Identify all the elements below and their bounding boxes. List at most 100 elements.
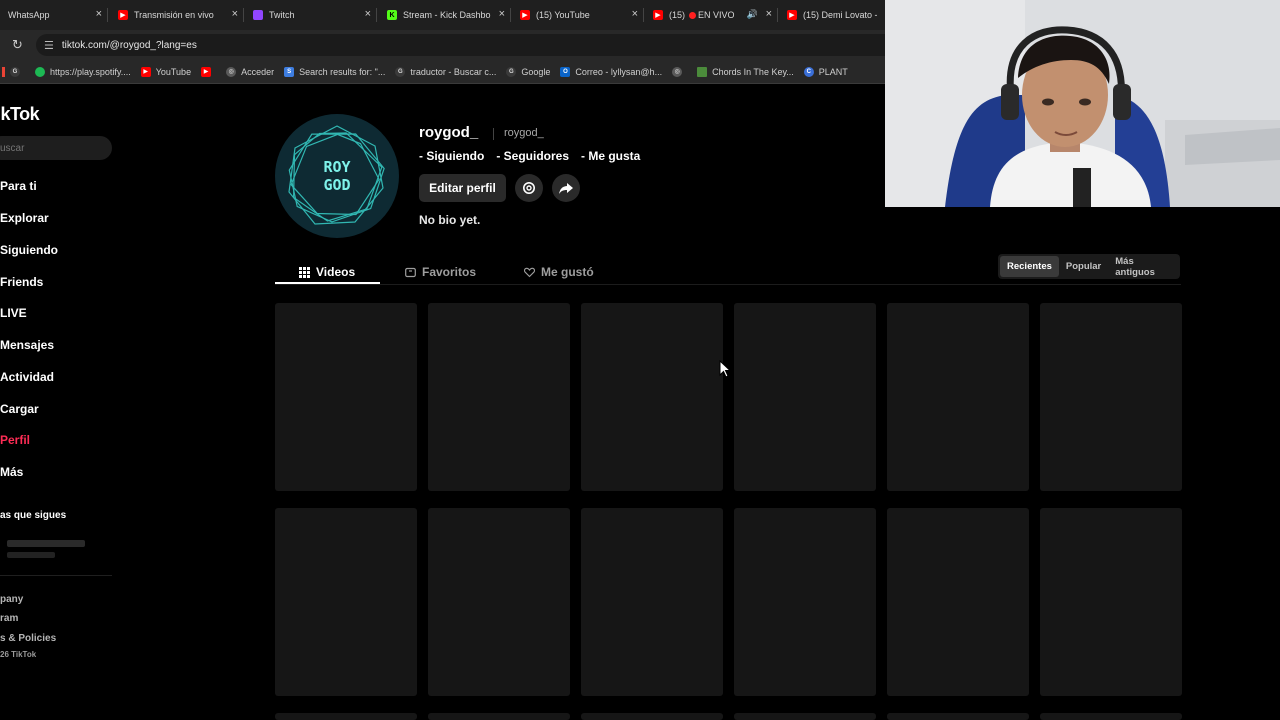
twitch-icon	[253, 10, 263, 20]
bookmark-item[interactable]: https://play.spotify....	[35, 66, 131, 77]
browser-tab[interactable]: ▶ (15) Demi Lovato - S	[779, 0, 885, 30]
tab-title: (15) Demi Lovato - S	[803, 10, 877, 20]
video-thumbnail-placeholder[interactable]	[275, 508, 417, 696]
close-icon[interactable]: ×	[766, 9, 772, 20]
video-thumbnail-placeholder[interactable]	[428, 303, 570, 491]
loading-skeleton	[7, 552, 55, 558]
bookmark-item[interactable]: ◎	[672, 66, 687, 77]
video-thumbnail-placeholder[interactable]	[275, 713, 417, 720]
google-icon	[2, 66, 5, 77]
video-thumbnail-placeholder[interactable]	[734, 303, 876, 491]
bookmark-item[interactable]: ▶ YouTube	[140, 66, 191, 77]
browser-tab[interactable]: ▶ Transmisión en vivo ×	[110, 0, 244, 30]
close-icon[interactable]: ×	[499, 9, 505, 20]
tiktok-logo[interactable]: ikTok	[0, 104, 40, 125]
browser-tab[interactable]: K Stream - Kick Dashbo ×	[379, 0, 511, 30]
close-icon[interactable]: ×	[632, 9, 638, 20]
video-thumbnail-placeholder[interactable]	[275, 303, 417, 491]
sidebar-item-para-ti[interactable]: Para ti	[0, 179, 37, 193]
sidebar-item-siguiendo[interactable]: Siguiendo	[0, 243, 58, 257]
stat-followers[interactable]: - Seguidores	[496, 149, 569, 163]
sidebar-item-cargar[interactable]: Cargar	[0, 402, 39, 416]
video-thumbnail-placeholder[interactable]	[1040, 508, 1182, 696]
loading-skeleton	[7, 540, 85, 547]
video-thumbnail-placeholder[interactable]	[428, 713, 570, 720]
sort-mas-antiguos[interactable]: Más antiguos	[1108, 256, 1178, 278]
close-icon[interactable]: ×	[232, 9, 238, 20]
browser-tab[interactable]: WhatsApp ×	[0, 0, 108, 30]
bookmark-item[interactable]: G Google	[506, 66, 550, 77]
tab-title: Twitch	[269, 10, 295, 20]
footer-link[interactable]: s & Policies	[0, 633, 56, 644]
video-thumbnail-placeholder[interactable]	[887, 508, 1029, 696]
avatar-text-line1: ROY	[323, 158, 350, 176]
sidebar-item-mas[interactable]: Más	[0, 465, 23, 479]
youtube-icon: ▶	[787, 10, 797, 20]
close-icon[interactable]: ×	[96, 9, 102, 20]
browser-tab[interactable]: Twitch ×	[245, 0, 377, 30]
bookmark-icon: C	[803, 66, 814, 77]
bookmark-item[interactable]: C PLANT	[803, 66, 848, 77]
stat-likes: - Me gusta	[581, 149, 641, 163]
footer-link[interactable]: pany	[0, 594, 23, 605]
google-icon: G	[10, 66, 20, 77]
bookmark-item[interactable]: G	[10, 66, 25, 77]
outlook-icon: O	[560, 66, 571, 77]
profile-username: roygod_	[419, 124, 479, 141]
footer-link[interactable]: ram	[0, 613, 18, 624]
site-settings-icon[interactable]: ☰	[44, 39, 54, 52]
speaker-icon[interactable]: 🔊	[747, 9, 758, 20]
youtube-icon: ▶	[201, 66, 212, 77]
divider	[0, 575, 112, 576]
google-icon: G	[506, 66, 517, 77]
avatar[interactable]: ROY GOD	[275, 114, 399, 238]
google-icon: G	[395, 66, 406, 77]
bookmark-item[interactable]: Chords In The Key...	[697, 66, 794, 77]
browser-tab[interactable]: ▶ (15) YouTube ×	[512, 0, 644, 30]
bookmark-item[interactable]: S Search results for: "...	[284, 66, 385, 77]
sidebar-item-live[interactable]: LIVE	[0, 306, 27, 320]
sidebar-item-actividad[interactable]: Actividad	[0, 370, 54, 384]
profile-nickname: roygod_	[504, 127, 544, 139]
video-thumbnail-placeholder[interactable]	[428, 508, 570, 696]
address-bar[interactable]: ☰ tiktok.com/@roygod_?lang=es	[36, 34, 896, 56]
sidebar-item-perfil[interactable]: Perfil	[0, 433, 30, 447]
bookmark-item[interactable]: Gtraductor - Buscar c...	[395, 66, 496, 77]
video-thumbnail-placeholder[interactable]	[581, 713, 723, 720]
copyright-text: 26 TikTok	[0, 650, 37, 659]
tab-me-gusto[interactable]: Me gustó	[524, 259, 594, 285]
bookmark-item[interactable]	[2, 66, 10, 77]
gear-icon	[523, 182, 535, 194]
search-input[interactable]	[0, 136, 112, 160]
video-thumbnail-placeholder[interactable]	[1040, 303, 1182, 491]
video-thumbnail-placeholder[interactable]	[581, 508, 723, 696]
video-thumbnail-placeholder[interactable]	[734, 508, 876, 696]
globe-icon: ◎	[226, 66, 237, 77]
tab-label: Favoritos	[422, 265, 477, 279]
reload-icon[interactable]: ↻	[12, 37, 23, 53]
bookmark-item[interactable]: ▶	[201, 66, 216, 77]
settings-button[interactable]	[515, 174, 543, 202]
bookmark-item[interactable]: ◎ Acceder	[226, 66, 274, 77]
bookmark-icon: S	[284, 66, 295, 77]
sort-popular[interactable]: Popular	[1059, 256, 1108, 277]
video-thumbnail-placeholder[interactable]	[581, 303, 723, 491]
sidebar-item-friends[interactable]: Friends	[0, 275, 43, 289]
video-thumbnail-placeholder[interactable]	[1040, 713, 1182, 720]
search-field[interactable]	[0, 136, 112, 160]
share-profile-button[interactable]	[552, 174, 580, 202]
tab-title: WhatsApp	[8, 10, 50, 20]
tab-title: (15) YouTube	[536, 10, 590, 20]
browser-tab[interactable]: ▶ (15) EN VIVO 🔊 ×	[645, 0, 778, 30]
stat-following[interactable]: - Siguiendo	[419, 149, 484, 163]
sidebar-item-mensajes[interactable]: Mensajes	[0, 338, 54, 352]
edit-profile-button[interactable]: Editar perfil	[419, 174, 506, 202]
sort-recientes[interactable]: Recientes	[1000, 256, 1059, 277]
tab-favoritos[interactable]: Favoritos	[405, 259, 476, 285]
video-thumbnail-placeholder[interactable]	[887, 713, 1029, 720]
video-thumbnail-placeholder[interactable]	[887, 303, 1029, 491]
video-thumbnail-placeholder[interactable]	[734, 713, 876, 720]
bookmark-item[interactable]: O Correo - lyllysan@h...	[560, 66, 662, 77]
close-icon[interactable]: ×	[365, 9, 371, 20]
sidebar-item-explorar[interactable]: Explorar	[0, 211, 49, 225]
